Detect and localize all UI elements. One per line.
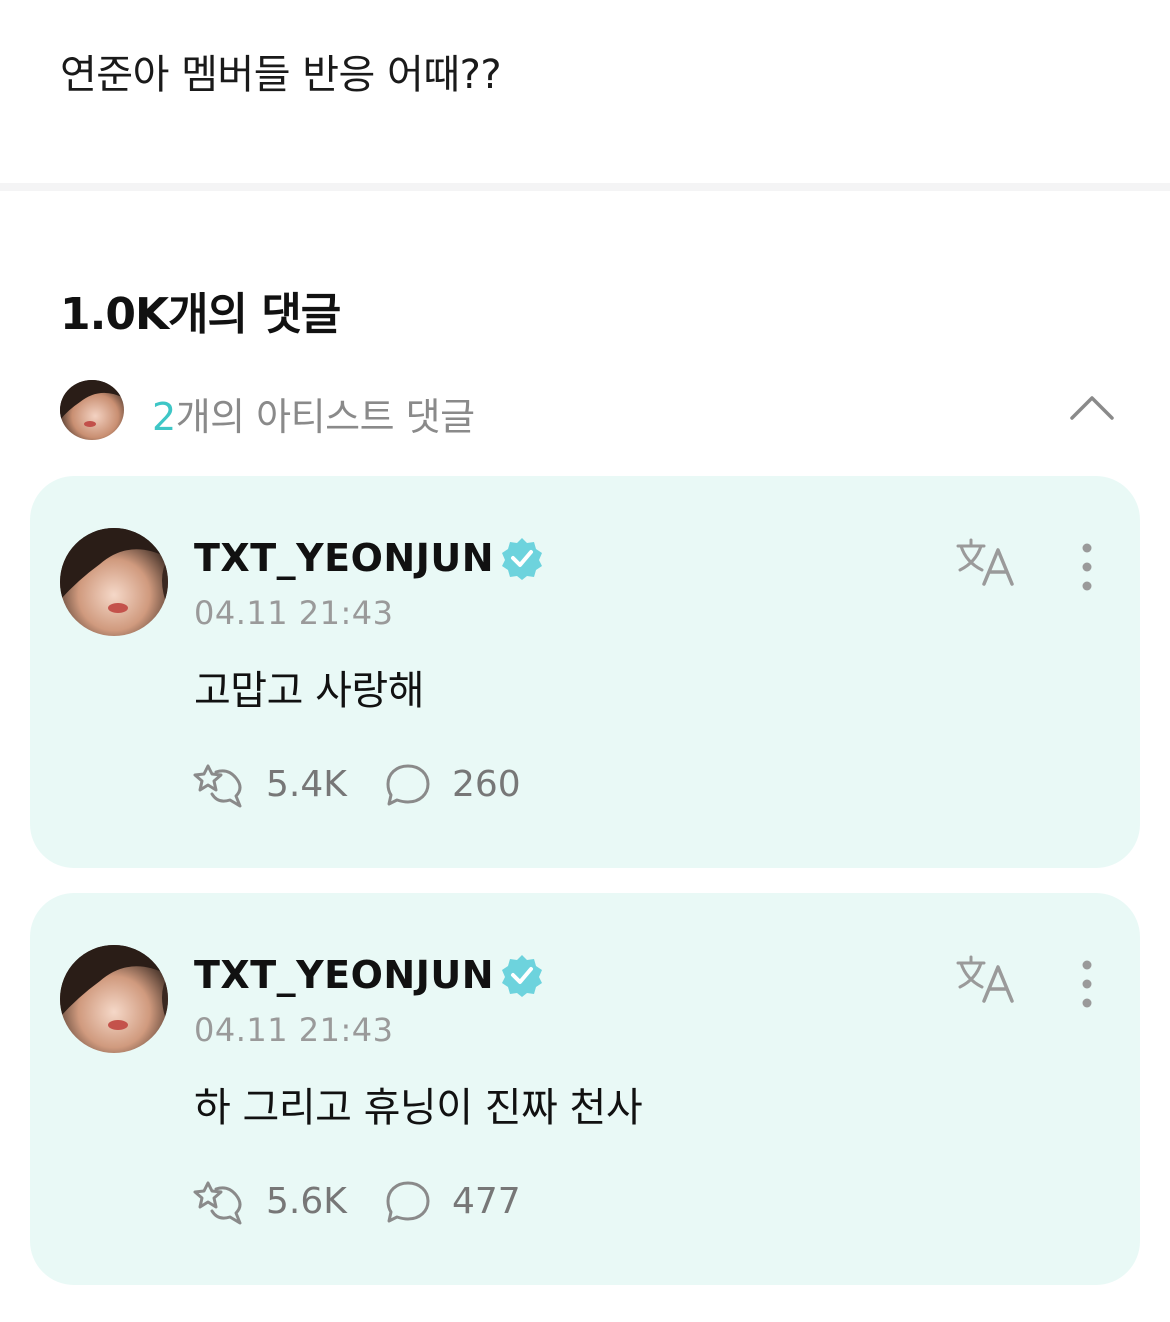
avatar[interactable] — [60, 945, 168, 1053]
cheer-count: 5.4K — [266, 764, 347, 805]
post-text: 연준아 멤버들 반응 어때?? — [60, 52, 502, 98]
artist-comment-card: TXT_YEONJUN 04.11 21:43 고맙고 사랑해 5.4K 260 — [30, 476, 1140, 868]
reply-bubble-icon[interactable] — [384, 762, 432, 808]
cheer-count: 5.6K — [266, 1181, 347, 1222]
comment-text: 고맙고 사랑해 — [194, 668, 425, 714]
cheer-icon[interactable] — [192, 760, 246, 810]
chevron-up-icon[interactable] — [1068, 392, 1116, 422]
verified-badge-icon — [502, 538, 542, 580]
artist-comments-label: 2개의 아티스트 댓글 — [152, 386, 475, 441]
reply-count: 477 — [452, 1181, 521, 1222]
reply-bubble-icon[interactable] — [384, 1179, 432, 1225]
more-options-icon[interactable] — [1072, 959, 1102, 1009]
comment-username[interactable]: TXT_YEONJUN — [194, 536, 494, 580]
comment-timestamp: 04.11 21:43 — [194, 1011, 394, 1049]
avatar[interactable] — [60, 528, 168, 636]
reply-count: 260 — [452, 764, 521, 805]
comment-username[interactable]: TXT_YEONJUN — [194, 953, 494, 997]
translate-icon[interactable] — [954, 538, 1020, 588]
section-divider — [0, 183, 1170, 191]
cheer-icon[interactable] — [192, 1177, 246, 1227]
translate-icon[interactable] — [954, 955, 1020, 1005]
artist-comments-toggle[interactable]: 2개의 아티스트 댓글 — [60, 378, 1120, 442]
comment-count-heading: 1.0K개의 댓글 — [60, 289, 341, 340]
artist-comment-card: TXT_YEONJUN 04.11 21:43 하 그리고 휴닝이 진짜 천사 … — [30, 893, 1140, 1285]
more-options-icon[interactable] — [1072, 542, 1102, 592]
comment-text: 하 그리고 휴닝이 진짜 천사 — [194, 1085, 643, 1131]
verified-badge-icon — [502, 955, 542, 997]
artist-mini-avatar — [60, 380, 124, 440]
comment-timestamp: 04.11 21:43 — [194, 594, 394, 632]
artist-comments-label-text: 개의 아티스트 댓글 — [175, 395, 475, 439]
artist-comments-count: 2 — [152, 395, 176, 439]
